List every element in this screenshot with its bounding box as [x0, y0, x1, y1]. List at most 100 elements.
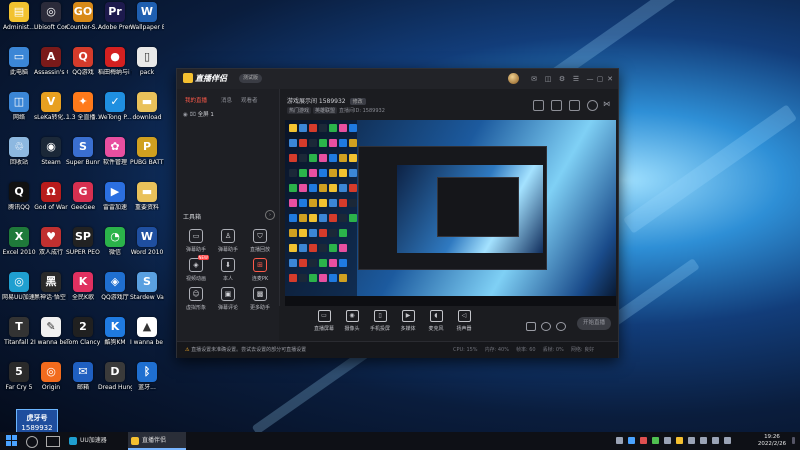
desktop-icon[interactable]: ◎ Ubisoft Connect: [34, 2, 68, 31]
tool-item[interactable]: ▩ 更多助手: [245, 287, 275, 311]
desktop-icon[interactable]: SP SUPER PEOPLE CBT: [66, 227, 100, 256]
taskbar-app-button[interactable]: UU加速器: [66, 432, 124, 450]
desktop-icon[interactable]: P PUBG BATTLEG...: [130, 137, 164, 166]
eye-icon[interactable]: ◉ ⌧: [183, 112, 198, 118]
desktop-icon[interactable]: ◎ 网易UU加速器: [2, 272, 36, 301]
volume-icon[interactable]: [712, 437, 719, 444]
go-live-button[interactable]: 开始直播: [577, 317, 611, 330]
user-avatar[interactable]: [508, 73, 519, 84]
desktop-icon[interactable]: VsLeKa转化... IS: [34, 92, 68, 121]
input-method-icon[interactable]: [724, 437, 731, 444]
menu-icon[interactable]: ☰: [571, 74, 581, 84]
tray-app-icon[interactable]: [676, 437, 683, 444]
desktop-icon[interactable]: ▶ 雷雷加速: [98, 182, 132, 211]
source-control-button[interactable]: ▭ 直播屏幕: [309, 310, 339, 332]
bell-icon[interactable]: [587, 100, 598, 111]
source-control-button[interactable]: ◁ 扬声器: [449, 310, 479, 332]
tab-viewers[interactable]: 观看者: [241, 96, 258, 104]
tool-item[interactable]: ☺ 虚拟形象: [181, 287, 211, 311]
tray-app-icon[interactable]: [640, 437, 647, 444]
message-icon[interactable]: ✉: [529, 74, 539, 84]
desktop-icon[interactable]: D Dread Hunger: [98, 362, 132, 391]
tool-item[interactable]: ▣ 弹幕评论: [213, 287, 243, 311]
tool-item[interactable]: ▭ 弹幕助手: [181, 229, 211, 253]
desktop-icon[interactable]: ◫ 网络: [2, 92, 36, 121]
desktop-icon[interactable]: 5 Far Cry 5: [2, 362, 36, 391]
desktop-icon[interactable]: Ω God of War: [34, 182, 68, 211]
scene-item[interactable]: ◉ ⌧ 全屏 1: [183, 110, 214, 118]
source-control-button[interactable]: ▯ 手机投屏: [365, 310, 395, 332]
desktop-icon[interactable]: 黑黑神话·悟空 BLACK: [34, 272, 68, 301]
tool-item[interactable]: ♙ 弹幕助手: [213, 229, 243, 253]
desktop-icon[interactable]: K 全民K歌: [66, 272, 100, 301]
desktop-icon[interactable]: GO Counter-S... Global Off...: [66, 2, 100, 31]
gift-icon[interactable]: [533, 100, 544, 111]
source-control-button[interactable]: ▶ 多媒体: [393, 310, 423, 332]
close-icon[interactable]: ✕: [605, 74, 615, 84]
desktop-icon[interactable]: W Wallpaper Engine:...: [130, 2, 164, 31]
desktop-icon[interactable]: X Excel 2010: [2, 227, 36, 256]
source-control-button[interactable]: ◉ 摄像头: [337, 310, 367, 332]
desktop-icon[interactable]: ▤ Administ...: [2, 2, 36, 31]
desktop-icon[interactable]: ᛒ 蓝牙...: [130, 362, 164, 391]
desktop-icon[interactable]: S Stardew Valley: [130, 272, 164, 301]
toolbox-collapse-icon[interactable]: ›: [265, 210, 275, 220]
taskbar-app-button[interactable]: 直播伴侣: [128, 432, 186, 450]
tray-app-icon[interactable]: [664, 437, 671, 444]
lock-icon[interactable]: [551, 100, 562, 111]
desktop-icon[interactable]: ✎ I wanna be the GUISS: [34, 317, 68, 346]
category-chip[interactable]: 热门游戏: [287, 107, 312, 114]
desktop-icon[interactable]: Q QQ游戏: [66, 47, 100, 76]
window-titlebar[interactable]: 直播伴侣 测试版 ✉ ◫ ⚙ ☰ — ▢ ✕: [177, 69, 618, 89]
game-chip[interactable]: 英雄联盟: [313, 107, 338, 114]
tab-my-live[interactable]: 我的直播: [185, 96, 207, 104]
tab-messages[interactable]: 消息: [221, 96, 232, 104]
desktop-icon[interactable]: ◔ 微信: [98, 227, 132, 256]
skin-icon[interactable]: ◫: [543, 74, 553, 84]
version-pill[interactable]: 测试版: [239, 74, 263, 83]
desktop-icon[interactable]: W Word 2010: [130, 227, 164, 256]
record-icon[interactable]: [526, 322, 536, 331]
desktop-icon[interactable]: ▯ pack: [130, 47, 164, 76]
desktop-icon[interactable]: A Assassin's Creed V...: [34, 47, 68, 76]
share-icon[interactable]: ⋈: [603, 100, 612, 109]
search-icon[interactable]: [26, 436, 38, 448]
network-icon[interactable]: [700, 437, 707, 444]
clock[interactable]: 19:26 2022/2/26: [752, 434, 792, 448]
desktop-icon[interactable]: 2 Tom Clancy's T...: [66, 317, 100, 346]
desktop-icon[interactable]: T Titanfall 2: [2, 317, 36, 346]
desktop-icon[interactable]: ♲ 回收站: [2, 137, 36, 166]
maximize-icon[interactable]: ▢: [595, 74, 605, 84]
tool-item[interactable]: ⊞ 连麦PK: [245, 258, 275, 282]
live-preview[interactable]: [285, 120, 616, 306]
desktop-icon[interactable]: ✦ 1.3 全直播...: [66, 92, 100, 121]
desktop-icon[interactable]: K 酷狗KM: [98, 317, 132, 346]
box-icon[interactable]: [569, 100, 580, 111]
camera-toggle-icon[interactable]: [541, 322, 551, 331]
desktop-icon[interactable]: ▬ download: [130, 92, 164, 121]
desktop-icon[interactable]: Q 腾讯QQ: [2, 182, 36, 211]
tool-item[interactable]: ⛉ 直播回放: [245, 229, 275, 253]
tray-wechat-icon[interactable]: [652, 437, 659, 444]
desktop-icon[interactable]: ✉ 邮箱: [66, 362, 100, 391]
source-control-button[interactable]: ◖ 麦克风: [421, 310, 451, 332]
desktop-icon[interactable]: ♥ 双人成行: [34, 227, 68, 256]
desktop-icon[interactable]: Pr Adobe Premie...: [98, 2, 132, 31]
tray-app-icon[interactable]: [628, 437, 635, 444]
show-desktop-button[interactable]: [792, 437, 795, 444]
desktop-icon[interactable]: G GeeGee: [66, 182, 100, 211]
start-button[interactable]: [6, 435, 18, 447]
desktop-icon[interactable]: ✿ 软件管理: [98, 137, 132, 166]
desktop-icon[interactable]: ▬ 重要资料: [130, 182, 164, 211]
tray-up-arrow-icon[interactable]: [616, 437, 623, 444]
live-settings-icon[interactable]: [556, 322, 566, 331]
tool-item[interactable]: ◈ 视频动画 NEW: [181, 255, 211, 282]
settings-icon[interactable]: ⚙: [557, 74, 567, 84]
desktop-icon[interactable]: ● 稻田梅纳与i wanna be: [98, 47, 132, 76]
task-view-icon[interactable]: [46, 436, 60, 447]
minimize-icon[interactable]: —: [585, 74, 595, 84]
edit-room-pill[interactable]: 修改: [349, 98, 366, 105]
desktop-icon[interactable]: ◉ Steam: [34, 137, 68, 166]
desktop-icon[interactable]: ▭ 此电脑: [2, 47, 36, 76]
desktop-icon[interactable]: ◎ Origin: [34, 362, 68, 391]
